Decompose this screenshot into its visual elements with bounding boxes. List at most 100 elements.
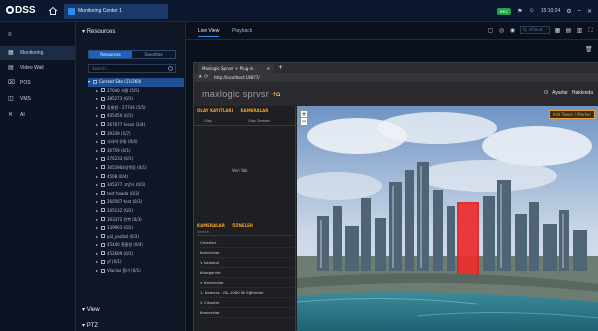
tab-cameras[interactable]: KAMERALAR xyxy=(197,223,225,228)
browser-tab[interactable]: Maxlogic Sprvsr + Plug-in ✕ xyxy=(198,64,274,73)
resources-tabs: Resources Favorites xyxy=(88,50,176,59)
add-tower-button[interactable]: Add Tower / Marker xyxy=(548,110,595,119)
category-list-item[interactable]: ∨ Cihazlar xyxy=(200,298,294,308)
tab-event-logs[interactable]: OLAY KAYITLARI xyxy=(197,108,233,113)
tree-root[interactable]: ▾ Current Site (11/260) xyxy=(88,78,184,87)
power-icon[interactable]: ⏻ xyxy=(544,90,548,96)
nav-item-ai[interactable]: ✕ AI xyxy=(0,108,76,122)
tree-item-label: 205132 (0/2) xyxy=(107,207,134,213)
tree-item[interactable]: ▸ 260567 test (0/3) xyxy=(88,198,184,207)
record-icon[interactable]: ◉ xyxy=(509,27,516,34)
tree-item[interactable]: ▸ 267677 Insan (1/4) xyxy=(88,121,184,130)
main-tabs: Live View Playback ▢ ◎ ◉ Q, vCloud ▦ ▤ ▥… xyxy=(186,22,598,40)
tree-item[interactable]: ▸ yf (0/1) xyxy=(88,258,184,267)
category-list-item[interactable]: Kategoriler xyxy=(200,268,294,278)
home-icon[interactable]: ⌂ xyxy=(276,90,280,98)
ptz-section-header[interactable]: ▾ PTZ xyxy=(82,322,98,329)
tab-subjects[interactable]: ÖZNELER xyxy=(232,223,253,228)
minimize-icon[interactable]: – xyxy=(578,8,581,14)
nav-menu-toggle[interactable]: ≡ xyxy=(0,28,76,42)
tree-item[interactable]: ▸ 339903 (0/2) xyxy=(88,224,184,233)
embedded-browser-window: Maxlogic Sprvsr + Plug-in ✕ + ★ ⟳ http:/… xyxy=(193,62,598,331)
tab-resources[interactable]: Resources xyxy=(89,51,132,58)
app-header: maxlogic sprvsr + ⌂ ⏻ Ayarlar Hakkında xyxy=(194,82,598,106)
tree-item[interactable]: ▸ 345377 고양시 (0/3) xyxy=(88,181,184,190)
grid-4-icon[interactable]: ▤ xyxy=(565,27,572,34)
tab-live-view[interactable]: Live View xyxy=(198,28,220,37)
nav-item-monitoring[interactable]: ▦ Monitoring xyxy=(0,46,76,60)
snapshot-icon[interactable]: ◎ xyxy=(498,27,505,34)
category-list-item[interactable]: Cevizlier xyxy=(200,238,294,248)
device-group-icon xyxy=(101,268,105,273)
pos-icon: ⌧ xyxy=(8,80,15,86)
layout-icon[interactable]: ▢ xyxy=(487,27,494,34)
category-search-input[interactable]: Search xyxy=(197,230,293,236)
tree-item[interactable]: ▸ 276233 (0/1) xyxy=(88,155,184,164)
device-group-icon xyxy=(101,225,105,230)
tree-item[interactable]: ▸ 27640 서울 (5/5) xyxy=(88,87,184,96)
tree-item[interactable]: ▸ 363372 전북 (0/3) xyxy=(88,216,184,225)
nav-item-video-wall[interactable]: ▤ Video Wall xyxy=(0,61,76,75)
delete-icon[interactable]: 🗑 xyxy=(585,46,593,53)
tree-item-label: 3053904성북동 (0/1) xyxy=(107,164,147,170)
tree-item[interactable]: ▸ 서서마 유통 (0/4) xyxy=(88,138,184,147)
category-list-item[interactable]: Kameralar xyxy=(200,248,294,258)
tab-monitoring-center[interactable]: Monitoring Center 1 xyxy=(64,4,168,19)
dss-logo: DSS xyxy=(6,5,36,16)
tree-item[interactable]: ▸ 405450 (0/1) xyxy=(88,112,184,121)
tree-item[interactable]: ▸ 30759 (0/1) xyxy=(88,147,184,156)
reload-icon[interactable]: ★ ⟳ xyxy=(198,73,208,82)
tab-favorites[interactable]: Favorites xyxy=(132,51,175,58)
close-icon[interactable]: ✕ xyxy=(587,8,592,15)
tab-playback[interactable]: Playback xyxy=(232,28,252,34)
tab-cameras[interactable]: KAMERALAR xyxy=(241,108,269,113)
close-icon[interactable]: ✕ xyxy=(267,64,270,73)
tree-item[interactable]: ▸ test hoada (0/3) xyxy=(88,190,184,199)
zoom-control: + − xyxy=(300,110,308,126)
url-field[interactable]: http://localhost:19877/ xyxy=(214,74,260,81)
category-list-item[interactable]: 1. Kamera - ML-1060 İlk Eğitimler xyxy=(200,288,294,298)
tree-item[interactable]: ▸ 39339 (5/7) xyxy=(88,130,184,139)
tree-item[interactable]: ▸ Vlaclus 통녀 (0/1) xyxy=(88,267,184,276)
tree-item-label: yf (0/1) xyxy=(107,259,122,265)
tree-item[interactable]: ▸ 4508 (0/4) xyxy=(88,173,184,182)
device-search-input[interactable]: Q, vCloud xyxy=(520,26,550,34)
settings-icon[interactable]: ⚙ xyxy=(566,8,571,15)
city-map-view[interactable]: + − Add Tower / Marker xyxy=(297,106,598,331)
new-tab-icon[interactable]: + xyxy=(278,63,283,73)
home-icon[interactable] xyxy=(48,6,58,16)
video-wall-icon: ▤ xyxy=(8,65,14,71)
tree-item[interactable]: ▸ 205132 (0/2) xyxy=(88,207,184,216)
bell-icon[interactable]: ⚑ xyxy=(517,8,522,15)
nav-item-vms[interactable]: ◫ VMS xyxy=(0,92,76,106)
grid-1-icon[interactable]: ▦ xyxy=(554,27,561,34)
resources-header[interactable]: ▾ Resources xyxy=(82,28,115,35)
tree-item-label: 363372 전북 (0/3) xyxy=(107,216,142,222)
category-list-item[interactable]: ∨ Kameralar xyxy=(200,278,294,288)
settings-link[interactable]: Ayarlar xyxy=(552,90,568,96)
about-link[interactable]: Hakkında xyxy=(572,90,593,96)
fullscreen-icon[interactable]: ⛶ xyxy=(587,27,594,34)
grid-9-icon[interactable]: ▥ xyxy=(576,27,583,34)
user-icon[interactable]: ☺ xyxy=(529,8,535,14)
category-list-item[interactable]: Kameralar xyxy=(200,308,294,318)
device-group-icon xyxy=(101,88,105,93)
view-section-header[interactable]: ▾ View xyxy=(82,306,100,313)
device-group-icon xyxy=(101,156,105,161)
tree-item-label: 서서마 유통 (0/4) xyxy=(107,139,138,145)
tree-item[interactable]: ▸ 45440 철물원 (0/4) xyxy=(88,241,184,250)
zoom-out-button[interactable]: − xyxy=(301,118,307,125)
tree-item-label: 260567 test (0/3) xyxy=(107,199,143,205)
resource-search-input[interactable]: Search... xyxy=(88,64,176,73)
logo-text: DSS xyxy=(15,5,36,16)
device-group-icon xyxy=(101,182,105,187)
zoom-in-button[interactable]: + xyxy=(301,111,307,118)
tree-item[interactable]: ▸ yal_yazilat (0/2) xyxy=(88,233,184,242)
ptz-label: PTZ xyxy=(86,323,99,329)
tree-item[interactable]: ▸ 동물원 - 27744 (5/5) xyxy=(88,104,184,113)
tree-item[interactable]: ▸ 3053904성북동 (0/1) xyxy=(88,164,184,173)
category-list-item[interactable]: ∨ İstanbul xyxy=(200,258,294,268)
tree-item[interactable]: ▸ 285273 (0/1) xyxy=(88,95,184,104)
nav-item-pos[interactable]: ⌧ POS xyxy=(0,76,76,90)
tree-item[interactable]: ▸ 452609 (0/1) xyxy=(88,250,184,259)
